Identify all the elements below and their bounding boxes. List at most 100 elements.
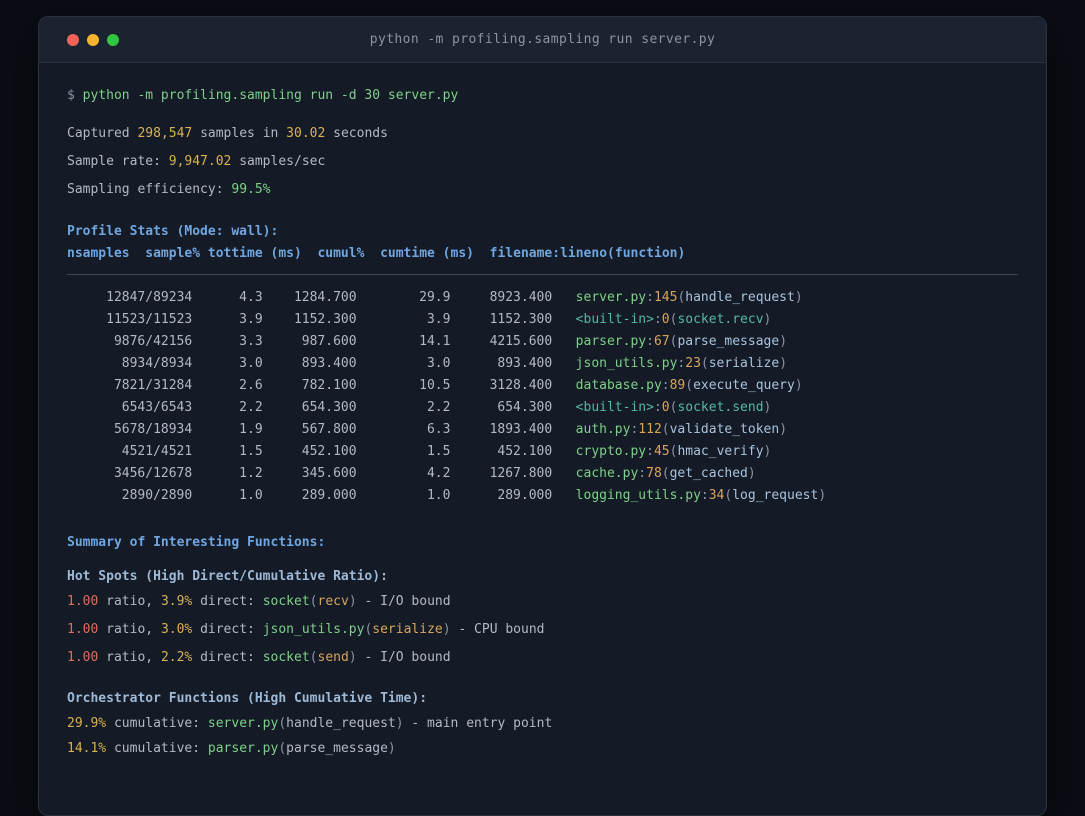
filename: database.py [575, 378, 662, 393]
header-divider [67, 274, 1018, 275]
sample-pct-cell: 3.3 [239, 334, 263, 349]
cumul-pct-cell: 1.0 [426, 488, 451, 503]
table-row: 7821/31284 2.6 782.100 10.5 3128.400 database… [67, 375, 1018, 397]
open-paren: ( [309, 594, 318, 609]
efficiency-label: Sampling efficiency: [67, 182, 232, 197]
cumtime-cell: 3128.400 [489, 378, 553, 393]
close-paren: ) [779, 356, 788, 371]
captured-mid: samples in [192, 126, 287, 141]
table-row: 8934/8934 3.0 893.400 3.0 893.400 json_utils.… [67, 353, 1018, 375]
nsamples-cell: 5678/18934 [113, 422, 193, 437]
ratio-value: 1.00 [67, 594, 99, 609]
function-name: validate_token [669, 422, 780, 437]
target-name: socket [262, 650, 310, 665]
target-func: recv [317, 594, 349, 609]
filename: <built-in> [575, 400, 654, 415]
tottime-cell: 345.600 [301, 466, 357, 481]
line-number: 34 [708, 488, 725, 503]
traffic-lights [67, 33, 119, 46]
filename: auth.py [575, 422, 631, 437]
filename: crypto.py [575, 444, 647, 459]
open-paren: ( [685, 378, 694, 393]
cumul-pct-cell: 6.3 [426, 422, 451, 437]
minimize-button[interactable] [87, 33, 99, 46]
cumul-pct-cell: 2.2 [426, 400, 451, 415]
direct-pct: 2.2% [160, 650, 193, 665]
sample-pct-cell: 3.0 [239, 356, 263, 371]
table-row: 5678/18934 1.9 567.800 6.3 1893.400 auth.py:1… [67, 419, 1018, 441]
prompt-symbol: $ [67, 88, 75, 103]
sample-pct-cell: 3.9 [239, 312, 263, 327]
colon-separator: : [646, 334, 654, 349]
direct-pct: 3.0% [160, 622, 193, 637]
bound-note: - CPU bound [450, 622, 545, 637]
orchestrator-list: 29.9% cumulative: server.py(handle_reque… [67, 713, 1018, 760]
cumul-pct-cell: 10.5 [419, 378, 451, 393]
ratio-label: ratio, [98, 650, 161, 665]
cumtime-cell: 893.400 [497, 356, 553, 371]
role-note: - main entry point [403, 716, 553, 731]
cumulative-pct: 29.9% [67, 716, 107, 731]
samples-count: 298,547 [137, 126, 193, 141]
nsamples-cell: 11523/11523 [106, 312, 193, 327]
sample-pct-cell: 1.5 [239, 444, 263, 459]
ratio-label: ratio, [98, 594, 161, 609]
titlebar[interactable]: python -m profiling.sampling run server.… [39, 17, 1046, 63]
colon-separator: : [653, 400, 662, 415]
colon-separator: : [700, 488, 709, 503]
nsamples-cell: 9876/42156 [113, 334, 193, 349]
location-cell: <built-in>:0(socket.send) [576, 397, 772, 419]
colon-separator: : [677, 356, 686, 371]
close-paren: ) [779, 334, 788, 349]
cumtime-cell: 452.100 [497, 444, 553, 459]
close-button[interactable] [67, 33, 79, 46]
close-paren: ) [395, 716, 404, 731]
filename: parser.py [575, 334, 647, 349]
terminal-output[interactable]: $ python -m profiling.sampling run -d 30… [39, 63, 1046, 760]
tottime-cell: 452.100 [301, 444, 357, 459]
function-name: serialize [708, 356, 780, 371]
hot-spots-list: 1.00 ratio, 3.9% direct: socket (recv) - … [67, 591, 1018, 669]
location-cell: database.py:89(execute_query) [576, 375, 803, 397]
line-number: 89 [669, 378, 686, 393]
filename: cache.py [575, 466, 639, 481]
cumtime-cell: 1152.300 [489, 312, 553, 327]
open-paren: ( [700, 356, 709, 371]
orchestrator-line: 14.1% cumulative: parser.py(parse_messag… [67, 738, 1018, 760]
close-paren: ) [442, 622, 451, 637]
cumulative-pct: 14.1% [67, 741, 107, 756]
open-paren: ( [278, 741, 287, 756]
direct-pct: 3.9% [160, 594, 193, 609]
cumul-pct-cell: 1.5 [426, 444, 451, 459]
close-paren: ) [794, 378, 803, 393]
tottime-cell: 1284.700 [293, 290, 357, 305]
profile-table: 12847/89234 4.3 1284.700 29.9 8923.400 server… [67, 287, 1018, 507]
table-row: 11523/11523 3.9 1152.300 3.9 1152.300 <built-… [67, 309, 1018, 331]
maximize-button[interactable] [107, 33, 119, 46]
table-row: 4521/4521 1.5 452.100 1.5 452.100 crypto.py:4… [67, 441, 1018, 463]
open-paren: ( [278, 716, 287, 731]
location-cell: logging_utils.py:34(log_request) [576, 485, 826, 507]
hot-spot-line: 1.00 ratio, 2.2% direct: socket(send) - … [67, 647, 1018, 669]
direct-label: direct: [192, 622, 263, 637]
colon-separator: : [646, 290, 654, 305]
tottime-cell: 567.800 [301, 422, 357, 437]
cumul-pct-cell: 3.9 [426, 312, 451, 327]
open-paren: ( [669, 444, 678, 459]
sample-pct-cell: 2.2 [239, 400, 263, 415]
hot-spot-line: 1.00 ratio, 3.0% direct: json_utils.py(s… [67, 619, 1018, 641]
target-func: send [317, 650, 349, 665]
close-paren: ) [763, 444, 772, 459]
sample-pct-cell: 4.3 [239, 290, 263, 305]
nsamples-cell: 7821/31284 [113, 378, 193, 393]
colon-separator: : [646, 444, 654, 459]
function-name: handle_request [286, 716, 396, 731]
filename: logging_utils.py [575, 488, 701, 503]
function-name: parse_message [286, 741, 388, 756]
close-paren: ) [348, 650, 357, 665]
table-header: nsamples sample% tottime (ms) cumul% cum… [67, 246, 686, 261]
open-paren: ( [669, 400, 678, 415]
line-number: 23 [685, 356, 701, 371]
function-name: socket.send [677, 400, 764, 415]
colon-separator: : [630, 422, 639, 437]
